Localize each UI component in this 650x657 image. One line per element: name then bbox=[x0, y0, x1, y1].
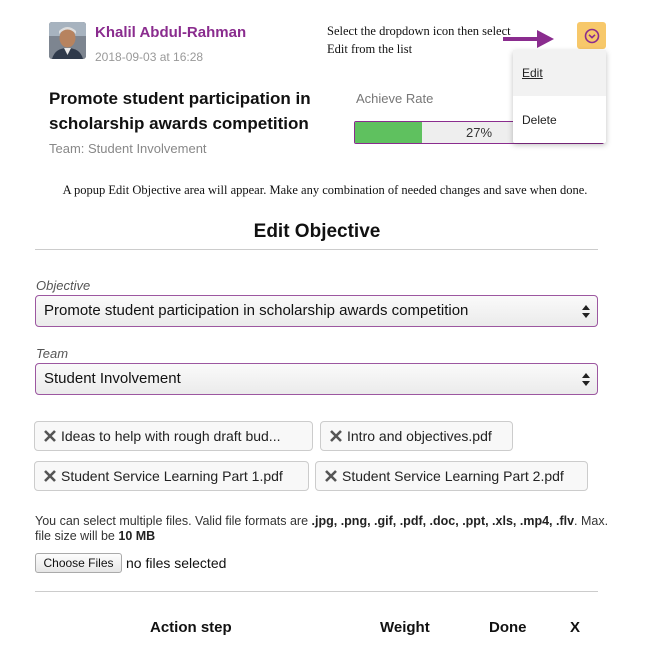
file-name: Ideas to help with rough draft bud... bbox=[61, 428, 281, 444]
updown-arrows-icon bbox=[582, 373, 590, 386]
objective-field-label: Objective bbox=[36, 278, 91, 293]
menu-item-edit[interactable]: Edit bbox=[513, 50, 606, 96]
team-field-label: Team bbox=[36, 346, 69, 361]
file-chip[interactable]: Intro and objectives.pdf bbox=[320, 421, 513, 451]
chevron-down-circle-icon bbox=[584, 28, 599, 43]
tutorial-step2: A popup Edit Objective area will appear.… bbox=[62, 183, 588, 197]
file-chip[interactable]: Student Service Learning Part 2.pdf bbox=[315, 461, 588, 491]
column-action-step: Action step bbox=[150, 619, 232, 636]
close-icon[interactable] bbox=[43, 429, 57, 443]
help-formats: .jpg, .png, .gif, .pdf, .doc, .ppt, .xls… bbox=[311, 514, 575, 528]
achieve-rate-label: Achieve Rate bbox=[356, 91, 434, 106]
column-remove: X bbox=[570, 619, 581, 636]
column-done: Done bbox=[489, 619, 527, 636]
menu-item-delete[interactable]: Delete bbox=[513, 97, 606, 143]
file-help-text: You can select multiple files. Valid fil… bbox=[35, 514, 615, 544]
objective-select[interactable]: Promote student participation in scholar… bbox=[35, 295, 598, 327]
section-divider bbox=[35, 591, 598, 592]
updown-arrows-icon bbox=[582, 305, 590, 318]
help-prefix: You can select multiple files. Valid fil… bbox=[35, 514, 312, 528]
author-name[interactable]: Khalil Abdul-Rahman bbox=[95, 24, 246, 41]
team-label: Team: Student Involvement bbox=[49, 141, 207, 156]
close-icon[interactable] bbox=[329, 429, 343, 443]
arrow-right-icon bbox=[503, 30, 554, 48]
dropdown-button[interactable] bbox=[577, 22, 606, 49]
file-chip[interactable]: Student Service Learning Part 1.pdf bbox=[34, 461, 309, 491]
objective-select-value: Promote student participation in scholar… bbox=[44, 302, 469, 319]
help-size: 10 MB bbox=[118, 529, 156, 543]
choose-files-button[interactable]: Choose Files bbox=[35, 553, 122, 573]
avatar bbox=[49, 22, 86, 59]
column-weight: Weight bbox=[380, 619, 430, 636]
close-icon[interactable] bbox=[324, 469, 338, 483]
file-name: Student Service Learning Part 1.pdf bbox=[61, 468, 283, 484]
close-icon[interactable] bbox=[43, 469, 57, 483]
edit-objective-title: Edit Objective bbox=[253, 221, 381, 242]
dropdown-menu: Edit Delete bbox=[513, 50, 606, 143]
team-select-value: Student Involvement bbox=[44, 370, 181, 387]
timestamp: 2018-09-03 at 16:28 bbox=[95, 50, 204, 64]
objective-title: Promote student participation in scholar… bbox=[49, 89, 311, 133]
file-name: Intro and objectives.pdf bbox=[347, 428, 492, 444]
file-chip[interactable]: Ideas to help with rough draft bud... bbox=[34, 421, 313, 451]
file-name: Student Service Learning Part 2.pdf bbox=[342, 468, 564, 484]
title-divider bbox=[35, 249, 598, 250]
tutorial-step1: Select the dropdown icon then select Edi… bbox=[327, 24, 511, 56]
team-select[interactable]: Student Involvement bbox=[35, 363, 598, 395]
file-status: no files selected bbox=[126, 555, 227, 571]
